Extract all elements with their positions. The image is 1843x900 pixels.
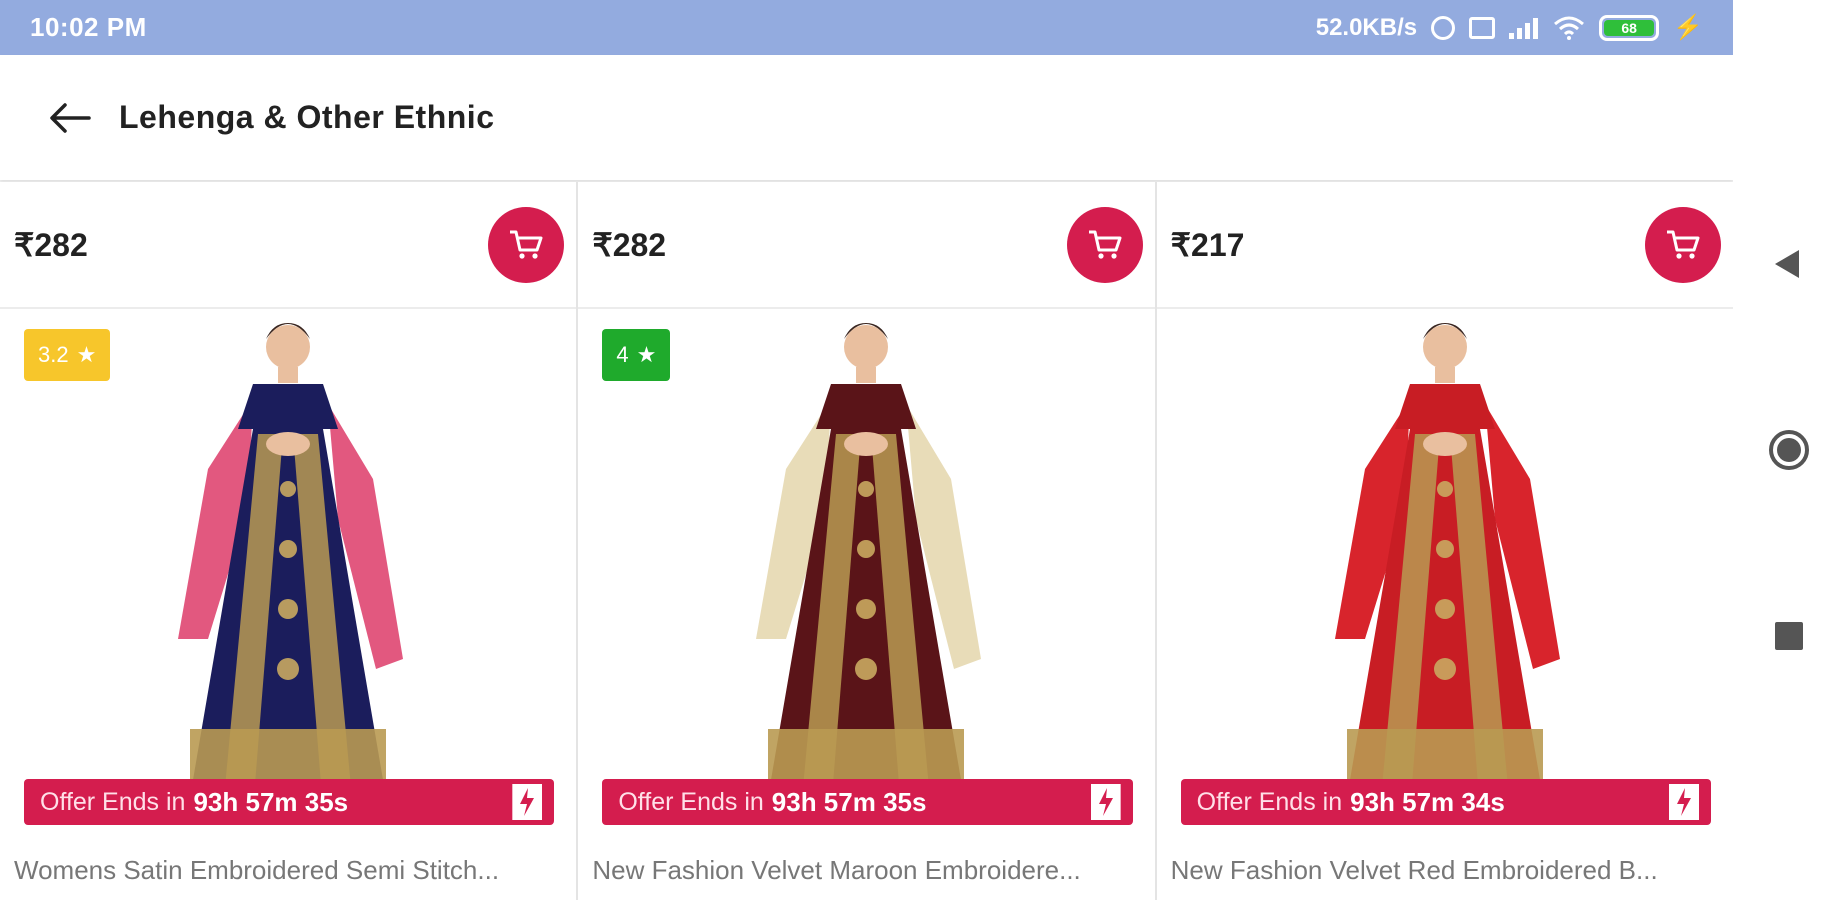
rating-value: 3.2 bbox=[38, 342, 69, 367]
app-bar: Lehenga & Other Ethnic bbox=[0, 55, 1733, 180]
product-name[interactable]: New Fashion Velvet Maroon Embroidere... bbox=[592, 840, 1144, 900]
card-header: ₹282 bbox=[578, 182, 1155, 309]
system-nav-bar bbox=[1733, 0, 1843, 900]
arrow-left-icon bbox=[50, 102, 91, 133]
flash-sale-icon bbox=[512, 784, 543, 820]
offer-label: Offer Ends in bbox=[618, 787, 764, 816]
page-title: Lehenga & Other Ethnic bbox=[119, 99, 495, 135]
offer-countdown: Offer Ends in 93h 57m 35s bbox=[24, 779, 555, 825]
alarm-icon bbox=[1431, 15, 1456, 40]
product-price: ₹217 bbox=[1170, 226, 1245, 263]
product-name[interactable]: New Fashion Velvet Red Embroidered B... bbox=[1171, 840, 1723, 900]
flash-sale-icon bbox=[1668, 784, 1699, 820]
rating-badge: 4 ★ bbox=[602, 329, 671, 381]
cart-icon bbox=[1666, 230, 1700, 259]
nav-home-icon[interactable] bbox=[1769, 430, 1809, 470]
add-to-cart-button[interactable] bbox=[488, 206, 565, 283]
offer-countdown: Offer Ends in 93h 57m 35s bbox=[602, 779, 1133, 825]
offer-label: Offer Ends in bbox=[1196, 787, 1343, 816]
add-to-cart-button[interactable] bbox=[1644, 206, 1721, 283]
signal-icon bbox=[1509, 17, 1539, 39]
nav-recents-icon[interactable] bbox=[1775, 622, 1803, 650]
product-card[interactable]: ₹282 bbox=[578, 182, 1155, 900]
star-icon: ★ bbox=[76, 342, 97, 367]
network-speed: 52.0KB/s bbox=[1315, 13, 1418, 41]
blouse bbox=[1394, 384, 1495, 429]
status-icons: 52.0KB/s 68 ⚡ bbox=[1316, 13, 1703, 42]
product-card[interactable]: ₹282 bbox=[0, 182, 577, 900]
blouse bbox=[816, 384, 917, 429]
status-time: 10:02 PM bbox=[30, 12, 147, 42]
phone-display: 10:02 PM 52.0KB/s 68 ⚡ Lehenga & Other E… bbox=[0, 0, 1733, 900]
product-price: ₹282 bbox=[14, 226, 88, 263]
offer-label: Offer Ends in bbox=[40, 787, 186, 816]
back-button[interactable] bbox=[35, 83, 105, 153]
offer-timer: 93h 57m 34s bbox=[1350, 786, 1505, 817]
offer-timer: 93h 57m 35s bbox=[771, 786, 927, 817]
product-image bbox=[1334, 323, 1560, 809]
product-card[interactable]: ₹217 Offer Ends in 93h 57m 34s New Fashi… bbox=[1156, 182, 1733, 900]
product-image-area[interactable]: 3.2 ★ Offer Ends in 93h 57m 35s bbox=[0, 309, 576, 839]
product-grid: ₹282 3.2 ★ Offer Ends in 93h 57m 35s Wom… bbox=[0, 182, 1733, 900]
add-to-cart-button[interactable] bbox=[1066, 206, 1143, 283]
product-image-area[interactable]: 4 ★ Offer Ends in 93h 57m 35s bbox=[578, 309, 1154, 839]
wifi-icon bbox=[1553, 16, 1585, 40]
card-header: ₹282 bbox=[0, 182, 577, 309]
rating-value: 4 bbox=[616, 342, 629, 367]
offer-timer: 93h 57m 35s bbox=[193, 786, 349, 817]
product-image bbox=[178, 323, 404, 809]
cart-icon bbox=[1088, 230, 1122, 259]
star-icon: ★ bbox=[636, 342, 657, 367]
nav-back-icon[interactable] bbox=[1775, 250, 1799, 278]
screen: 10:02 PM 52.0KB/s 68 ⚡ Lehenga & Other E… bbox=[0, 0, 1843, 900]
battery-level: 68 bbox=[1604, 19, 1655, 36]
cart-icon bbox=[510, 230, 543, 259]
charging-bolt-icon: ⚡ bbox=[1673, 14, 1703, 41]
product-price: ₹282 bbox=[592, 226, 667, 263]
blouse bbox=[238, 384, 339, 429]
rating-badge: 3.2 ★ bbox=[24, 329, 111, 381]
sim-icon bbox=[1469, 16, 1496, 39]
status-bar: 10:02 PM 52.0KB/s 68 ⚡ bbox=[0, 0, 1733, 55]
product-name[interactable]: Womens Satin Embroidered Semi Stitch... bbox=[14, 840, 566, 900]
offer-countdown: Offer Ends in 93h 57m 34s bbox=[1180, 779, 1711, 825]
battery-icon: 68 bbox=[1599, 14, 1660, 41]
flash-sale-icon bbox=[1090, 784, 1121, 820]
product-image-area[interactable]: Offer Ends in 93h 57m 34s bbox=[1157, 309, 1733, 839]
card-header: ₹217 bbox=[1156, 182, 1733, 309]
product-image bbox=[756, 323, 982, 809]
